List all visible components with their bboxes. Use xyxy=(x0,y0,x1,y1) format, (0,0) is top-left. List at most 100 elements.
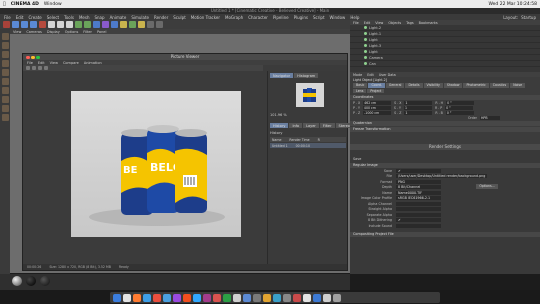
stop-icon[interactable] xyxy=(32,66,36,70)
c4d-menu-item-help[interactable]: Help xyxy=(350,15,359,20)
coord-field[interactable]: 400 cm xyxy=(362,105,391,110)
app-menu[interactable]: CINEMA 4D xyxy=(11,2,39,7)
tab-shadow[interactable]: Shadow xyxy=(443,83,463,88)
toolbar-tool-icon[interactable] xyxy=(30,21,37,28)
material-swatch-white[interactable] xyxy=(12,276,22,286)
pv-menu-view[interactable]: View xyxy=(50,61,58,65)
c4d-menu-item-window[interactable]: Window xyxy=(330,15,346,20)
toolbar-tool-icon[interactable] xyxy=(3,21,10,28)
dock-app-icon[interactable] xyxy=(243,293,251,302)
c4d-menu-item-tools[interactable]: Tools xyxy=(64,15,74,20)
setting-value[interactable]: /Users/user/Desktop/Untitled render/back… xyxy=(396,174,488,179)
setting-value[interactable] xyxy=(396,212,441,217)
navigator-thumbnail[interactable] xyxy=(296,83,324,107)
c4d-menu-item-create[interactable]: Create xyxy=(28,15,41,20)
c4d-menu-item-pipeline[interactable]: Pipeline xyxy=(273,15,289,20)
zoom-value[interactable]: 101.96 % xyxy=(270,113,287,117)
history-row[interactable]: Untitled 1 00:00:10 xyxy=(270,143,346,148)
toolbar-tool-icon[interactable] xyxy=(57,21,64,28)
texture-mode-icon[interactable] xyxy=(1,42,9,49)
material-swatch-dark[interactable] xyxy=(40,276,50,286)
setting-value[interactable]: ✔ xyxy=(396,218,441,223)
freeze-transformation-section[interactable]: Freeze Transformation xyxy=(350,127,540,133)
coord-field[interactable]: 1 xyxy=(404,110,433,115)
dock-app-icon[interactable] xyxy=(213,293,221,302)
model-mode-icon[interactable] xyxy=(1,33,9,40)
options-button[interactable]: Options... xyxy=(476,184,498,189)
viewport-menu-options[interactable]: Options xyxy=(65,30,79,34)
coord-field[interactable]: 0 ° xyxy=(445,110,474,115)
order-select[interactable]: HPB xyxy=(480,115,500,120)
dock-app-icon[interactable] xyxy=(113,293,121,302)
pv-menu-edit[interactable]: Edit xyxy=(38,61,45,65)
dock-app-icon[interactable] xyxy=(163,293,171,302)
object-visibility-icon[interactable] xyxy=(364,26,367,29)
polygons-mode-icon[interactable] xyxy=(1,78,9,85)
tab-photometric[interactable]: Photometric xyxy=(463,83,489,88)
toolbar-tool-icon[interactable] xyxy=(120,21,127,28)
c4d-menu-item-select[interactable]: Select xyxy=(47,15,59,20)
dock-app-icon[interactable] xyxy=(133,293,141,302)
pv-menu-compare[interactable]: Compare xyxy=(63,61,79,65)
object-visibility-icon[interactable] xyxy=(364,32,367,35)
toolbar-tool-icon[interactable] xyxy=(111,21,118,28)
toolbar-tool-icon[interactable] xyxy=(75,21,82,28)
tab-histogram[interactable]: Histogram xyxy=(294,73,319,78)
object-menu-objects[interactable]: Objects xyxy=(388,21,401,25)
setting-value[interactable] xyxy=(396,201,441,206)
tab-visibility[interactable]: Visibility xyxy=(423,83,443,88)
tab-filter[interactable]: Filter xyxy=(319,123,335,128)
coord-field[interactable]: 1 xyxy=(403,105,432,110)
coord-field[interactable]: 1 xyxy=(404,100,433,105)
tab-details[interactable]: Details xyxy=(405,83,423,88)
dock-app-icon[interactable] xyxy=(293,293,301,302)
tab-project[interactable]: Project xyxy=(367,88,385,94)
pv-menu-file[interactable]: File xyxy=(27,61,33,65)
c4d-menu-item-animate[interactable]: Animate xyxy=(110,15,127,20)
setting-value[interactable] xyxy=(396,223,441,228)
object-visibility-icon[interactable] xyxy=(364,50,367,53)
dock-app-icon[interactable] xyxy=(223,293,231,302)
tab-coord[interactable]: Coord. xyxy=(368,83,385,88)
dock-app-icon[interactable] xyxy=(263,293,271,302)
c4d-menu-item-plugins[interactable]: Plugins xyxy=(294,15,308,20)
coord-field[interactable]: 0 ° xyxy=(445,105,474,110)
tab-general[interactable]: General xyxy=(385,83,405,88)
workplane-icon[interactable] xyxy=(1,51,9,58)
toolbar-tool-icon[interactable] xyxy=(93,21,100,28)
c4d-menu-item-sculpt[interactable]: Sculpt xyxy=(173,15,186,20)
dock-app-icon[interactable] xyxy=(143,293,151,302)
object-visibility-icon[interactable] xyxy=(364,44,367,47)
snap-icon[interactable] xyxy=(1,105,9,112)
dock-app-icon[interactable] xyxy=(123,293,131,302)
compositing-project-section[interactable]: Compositing Project File xyxy=(350,231,540,237)
attribute-menu-user-data[interactable]: User Data xyxy=(379,73,396,77)
toolbar-tool-icon[interactable] xyxy=(39,21,46,28)
object-menu-view[interactable]: View xyxy=(375,21,383,25)
dock-app-icon[interactable] xyxy=(283,293,291,302)
c4d-menu-item-mesh[interactable]: Mesh xyxy=(79,15,90,20)
dock-app-icon[interactable] xyxy=(313,293,321,302)
dock-app-icon[interactable] xyxy=(303,293,311,302)
c4d-menu-item-edit[interactable]: Edit xyxy=(16,15,24,20)
dock-app-icon[interactable] xyxy=(183,293,191,302)
toolbar-tool-icon[interactable] xyxy=(48,21,55,28)
setting-value[interactable]: Name0000.TIF xyxy=(396,190,441,195)
object-visibility-icon[interactable] xyxy=(364,56,367,59)
viewport-menu-panel[interactable]: Panel xyxy=(97,30,106,34)
setting-value[interactable]: ✔ xyxy=(396,168,441,173)
render-settings-left-item[interactable]: Save xyxy=(350,157,540,162)
object-visibility-icon[interactable] xyxy=(364,38,367,41)
dock-app-icon[interactable] xyxy=(323,293,331,302)
play-icon[interactable] xyxy=(26,66,30,70)
tab-layer[interactable]: Layer xyxy=(303,123,319,128)
tab-noise[interactable]: Noise xyxy=(510,83,526,88)
tab-basic[interactable]: Basic xyxy=(353,83,368,88)
tab-lens[interactable]: Lens xyxy=(353,88,367,94)
previous-icon[interactable] xyxy=(38,66,42,70)
dock-app-icon[interactable] xyxy=(173,293,181,302)
minimize-icon[interactable] xyxy=(31,55,35,59)
setting-value[interactable]: PNG xyxy=(396,179,441,184)
object-visibility-icon[interactable] xyxy=(364,62,367,65)
attribute-menu-mode[interactable]: Mode xyxy=(353,73,362,77)
